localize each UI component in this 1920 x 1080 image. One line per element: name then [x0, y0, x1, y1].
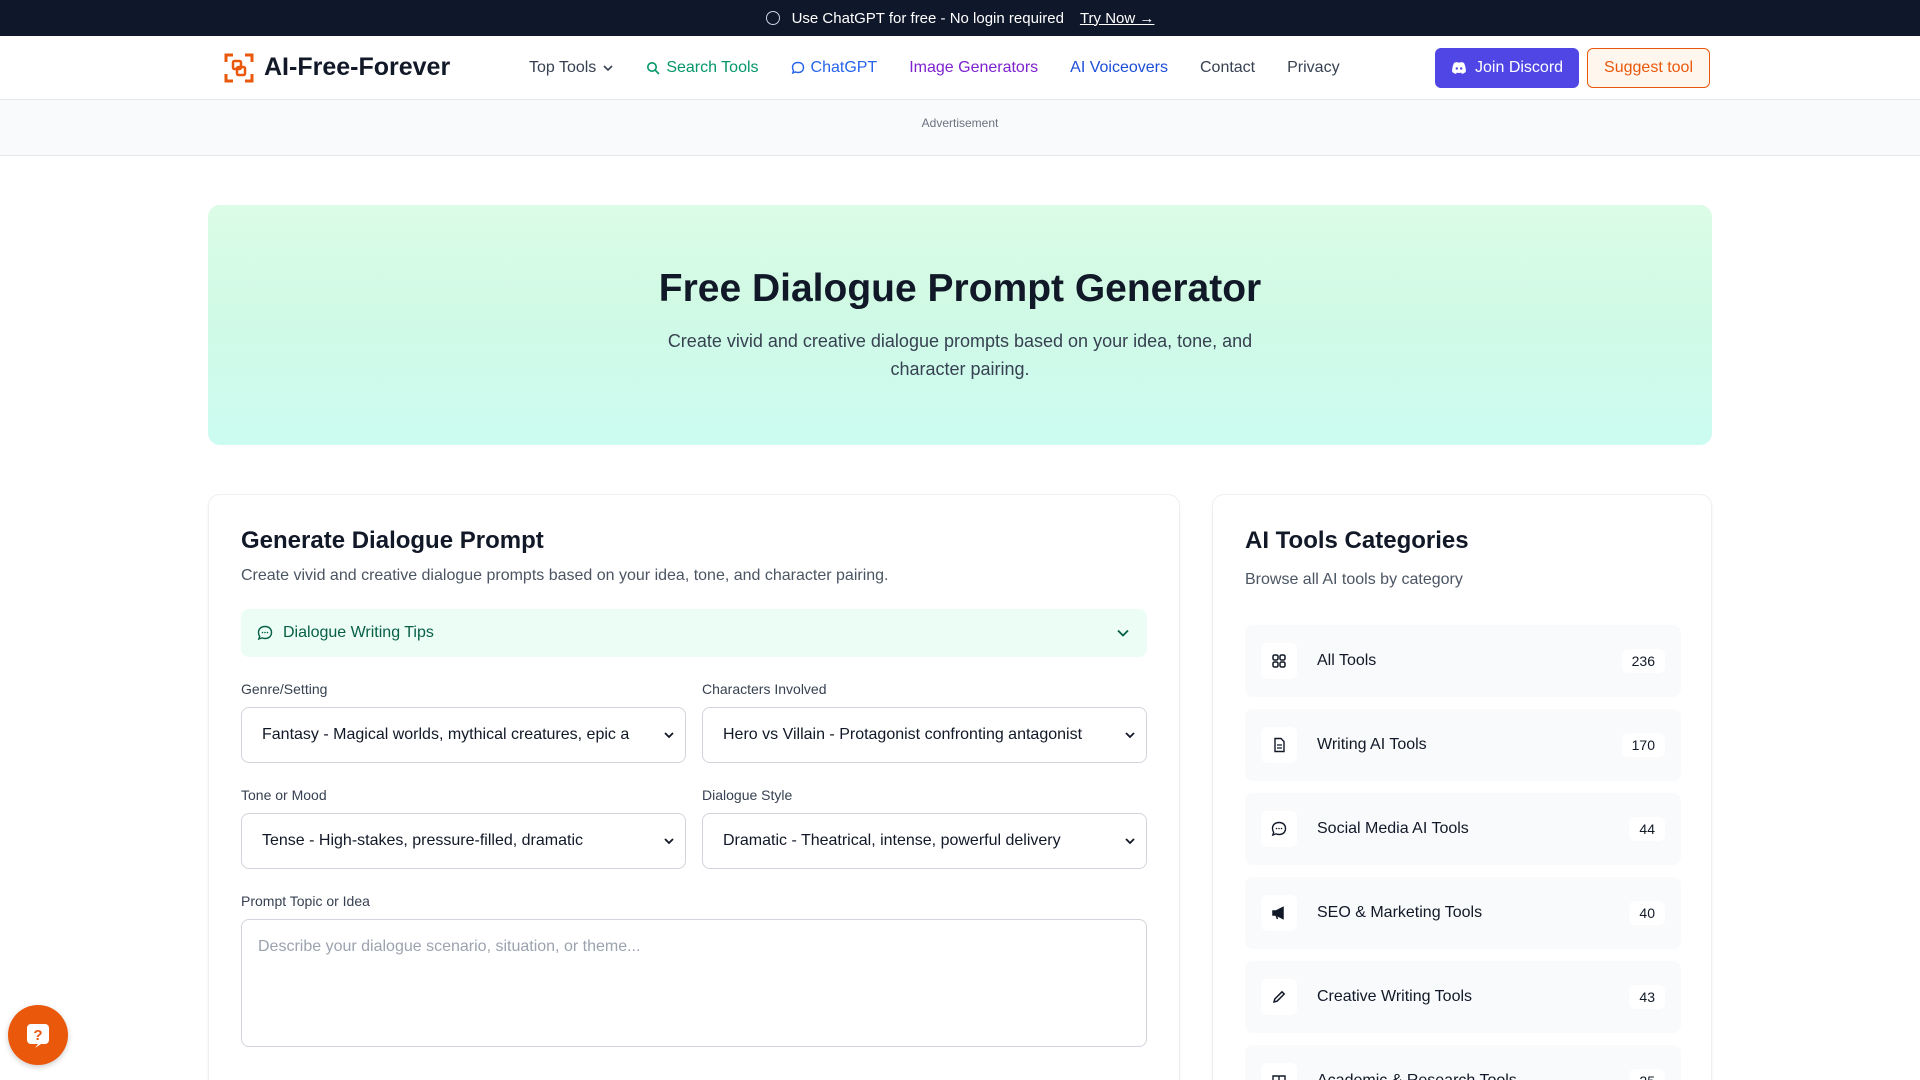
- page-title: Free Dialogue Prompt Generator: [658, 267, 1262, 310]
- help-button[interactable]: ?: [8, 1005, 68, 1065]
- tone-select[interactable]: Tense - High-stakes, pressure-filled, dr…: [241, 813, 686, 869]
- dialogue-tips-toggle[interactable]: Dialogue Writing Tips: [241, 609, 1147, 657]
- category-count: 44: [1629, 817, 1665, 841]
- category-name: Academic & Research Tools: [1317, 1072, 1629, 1080]
- nav-search-tools[interactable]: Search Tools: [646, 58, 759, 77]
- sidebar-subtitle: Browse all AI tools by category: [1245, 571, 1463, 588]
- category-name: Social Media AI Tools: [1317, 820, 1469, 837]
- genre-select-value: Fantasy - Magical worlds, mythical creat…: [262, 726, 630, 743]
- nav-search-tools-label: Search Tools: [666, 58, 759, 76]
- category-academic-research-tools[interactable]: Academic & Research Tools 25: [1245, 1045, 1681, 1080]
- advertisement-slot: Advertisement: [0, 100, 1920, 156]
- generator-form-card: Generate Dialogue Prompt Create vivid an…: [208, 494, 1180, 1080]
- brand-name: AI-Free-Forever: [264, 53, 451, 81]
- sidebar-title: AI Tools Categories: [1245, 527, 1469, 554]
- chat-bubble-icon: [791, 61, 804, 74]
- nav-ai-voiceovers[interactable]: AI Voiceovers: [1070, 59, 1168, 77]
- category-count: 25: [1629, 1069, 1665, 1080]
- megaphone-icon: [1261, 895, 1297, 931]
- categories-sidebar: AI Tools Categories Browse all AI tools …: [1212, 494, 1712, 1080]
- discord-icon: [1452, 61, 1466, 74]
- nav-top-tools-label: Top Tools: [529, 58, 597, 76]
- dialogue-tips-label: Dialogue Writing Tips: [283, 624, 434, 641]
- try-now-link[interactable]: Try Now →: [1080, 10, 1154, 27]
- category-social-media-ai-tools[interactable]: Social Media AI Tools 44: [1245, 793, 1681, 865]
- nav-top-tools[interactable]: Top Tools: [529, 59, 614, 77]
- style-select[interactable]: Dramatic - Theatrical, intense, powerful…: [702, 813, 1147, 869]
- help-icon: ?: [27, 1024, 49, 1048]
- nav-image-generators[interactable]: Image Generators: [909, 59, 1038, 77]
- category-name: Writing AI Tools: [1317, 736, 1427, 753]
- topic-textarea[interactable]: Describe your dialogue scenario, situati…: [241, 919, 1147, 1047]
- nav-privacy[interactable]: Privacy: [1287, 59, 1339, 77]
- style-select-value: Dramatic - Theatrical, intense, powerful…: [723, 832, 1061, 849]
- nav-chatgpt[interactable]: ChatGPT: [791, 58, 878, 77]
- main-nav: Top Tools Search Tools ChatGPT Image Gen…: [529, 59, 1429, 77]
- category-seo-marketing-tools[interactable]: SEO & Marketing Tools 40: [1245, 877, 1681, 949]
- category-list: All Tools 236 Writing AI Tools 170 Socia…: [1245, 625, 1681, 1080]
- chevron-down-icon: [1125, 838, 1135, 845]
- chevron-down-icon: [664, 838, 674, 845]
- suggest-tool-button[interactable]: Suggest tool: [1587, 47, 1710, 88]
- topic-field: Prompt Topic or Idea Describe your dialo…: [241, 893, 1147, 1047]
- hero-banner: Free Dialogue Prompt Generator Create vi…: [208, 205, 1712, 445]
- svg-text:?: ?: [33, 1027, 42, 1044]
- category-count: 236: [1621, 649, 1665, 673]
- category-count: 43: [1629, 985, 1665, 1009]
- promo-text: Use ChatGPT for free - No login required: [791, 9, 1064, 27]
- form-title: Generate Dialogue Prompt: [241, 527, 544, 554]
- tone-label: Tone or Mood: [241, 787, 327, 803]
- style-label: Dialogue Style: [702, 787, 793, 803]
- chat-bubble-icon: [1261, 811, 1297, 847]
- category-count: 170: [1621, 733, 1665, 757]
- category-writing-ai-tools[interactable]: Writing AI Tools 170: [1245, 709, 1681, 781]
- header: AI-Free-Forever Top Tools Search Tools C…: [0, 36, 1920, 100]
- join-discord-button[interactable]: Join Discord: [1435, 47, 1580, 88]
- hero-subtitle: Create vivid and creative dialogue promp…: [667, 331, 1253, 379]
- category-count: 40: [1629, 901, 1665, 925]
- search-icon: [647, 61, 660, 75]
- grid-icon: [1261, 643, 1297, 679]
- category-creative-writing-tools[interactable]: Creative Writing Tools 43: [1245, 961, 1681, 1033]
- nav-chatgpt-label: ChatGPT: [810, 58, 878, 76]
- book-icon: [1261, 1063, 1297, 1080]
- nav-contact[interactable]: Contact: [1200, 59, 1255, 77]
- logo-icon: [224, 53, 254, 83]
- form-fields: Genre/Setting Fantasy - Magical worlds, …: [241, 681, 1147, 893]
- promo-bar: Use ChatGPT for free - No login required…: [0, 0, 1920, 36]
- brand-logo[interactable]: AI-Free-Forever: [224, 53, 529, 83]
- pencil-icon: [1261, 979, 1297, 1015]
- tone-field: Tone or Mood Tense - High-stakes, pressu…: [241, 787, 686, 869]
- characters-label: Characters Involved: [702, 681, 827, 697]
- chat-bubble-icon: [257, 625, 273, 641]
- advertisement-label: Advertisement: [921, 116, 999, 130]
- characters-select[interactable]: Hero vs Villain - Protagonist confrontin…: [702, 707, 1147, 763]
- category-name: All Tools: [1317, 652, 1377, 669]
- chevron-down-icon: [603, 64, 613, 71]
- genre-label: Genre/Setting: [241, 681, 328, 697]
- genre-select[interactable]: Fantasy - Magical worlds, mythical creat…: [241, 707, 686, 763]
- chevron-down-icon: [1125, 732, 1135, 739]
- characters-select-value: Hero vs Villain - Protagonist confrontin…: [723, 726, 1083, 743]
- tone-select-value: Tense - High-stakes, pressure-filled, dr…: [262, 832, 584, 849]
- category-name: SEO & Marketing Tools: [1317, 904, 1483, 921]
- style-field: Dialogue Style Dramatic - Theatrical, in…: [702, 787, 1147, 869]
- characters-field: Characters Involved Hero vs Villain - Pr…: [702, 681, 1147, 763]
- join-discord-label: Join Discord: [1475, 58, 1564, 76]
- category-name: Creative Writing Tools: [1317, 988, 1473, 1005]
- document-icon: [1261, 727, 1297, 763]
- form-subtitle: Create vivid and creative dialogue promp…: [241, 567, 889, 584]
- genre-field: Genre/Setting Fantasy - Magical worlds, …: [241, 681, 686, 763]
- chevron-down-icon: [664, 732, 674, 739]
- chat-bubble-icon: [765, 11, 780, 25]
- category-all-tools[interactable]: All Tools 236: [1245, 625, 1681, 697]
- chevron-down-icon: [1117, 629, 1129, 637]
- topic-label: Prompt Topic or Idea: [241, 893, 370, 909]
